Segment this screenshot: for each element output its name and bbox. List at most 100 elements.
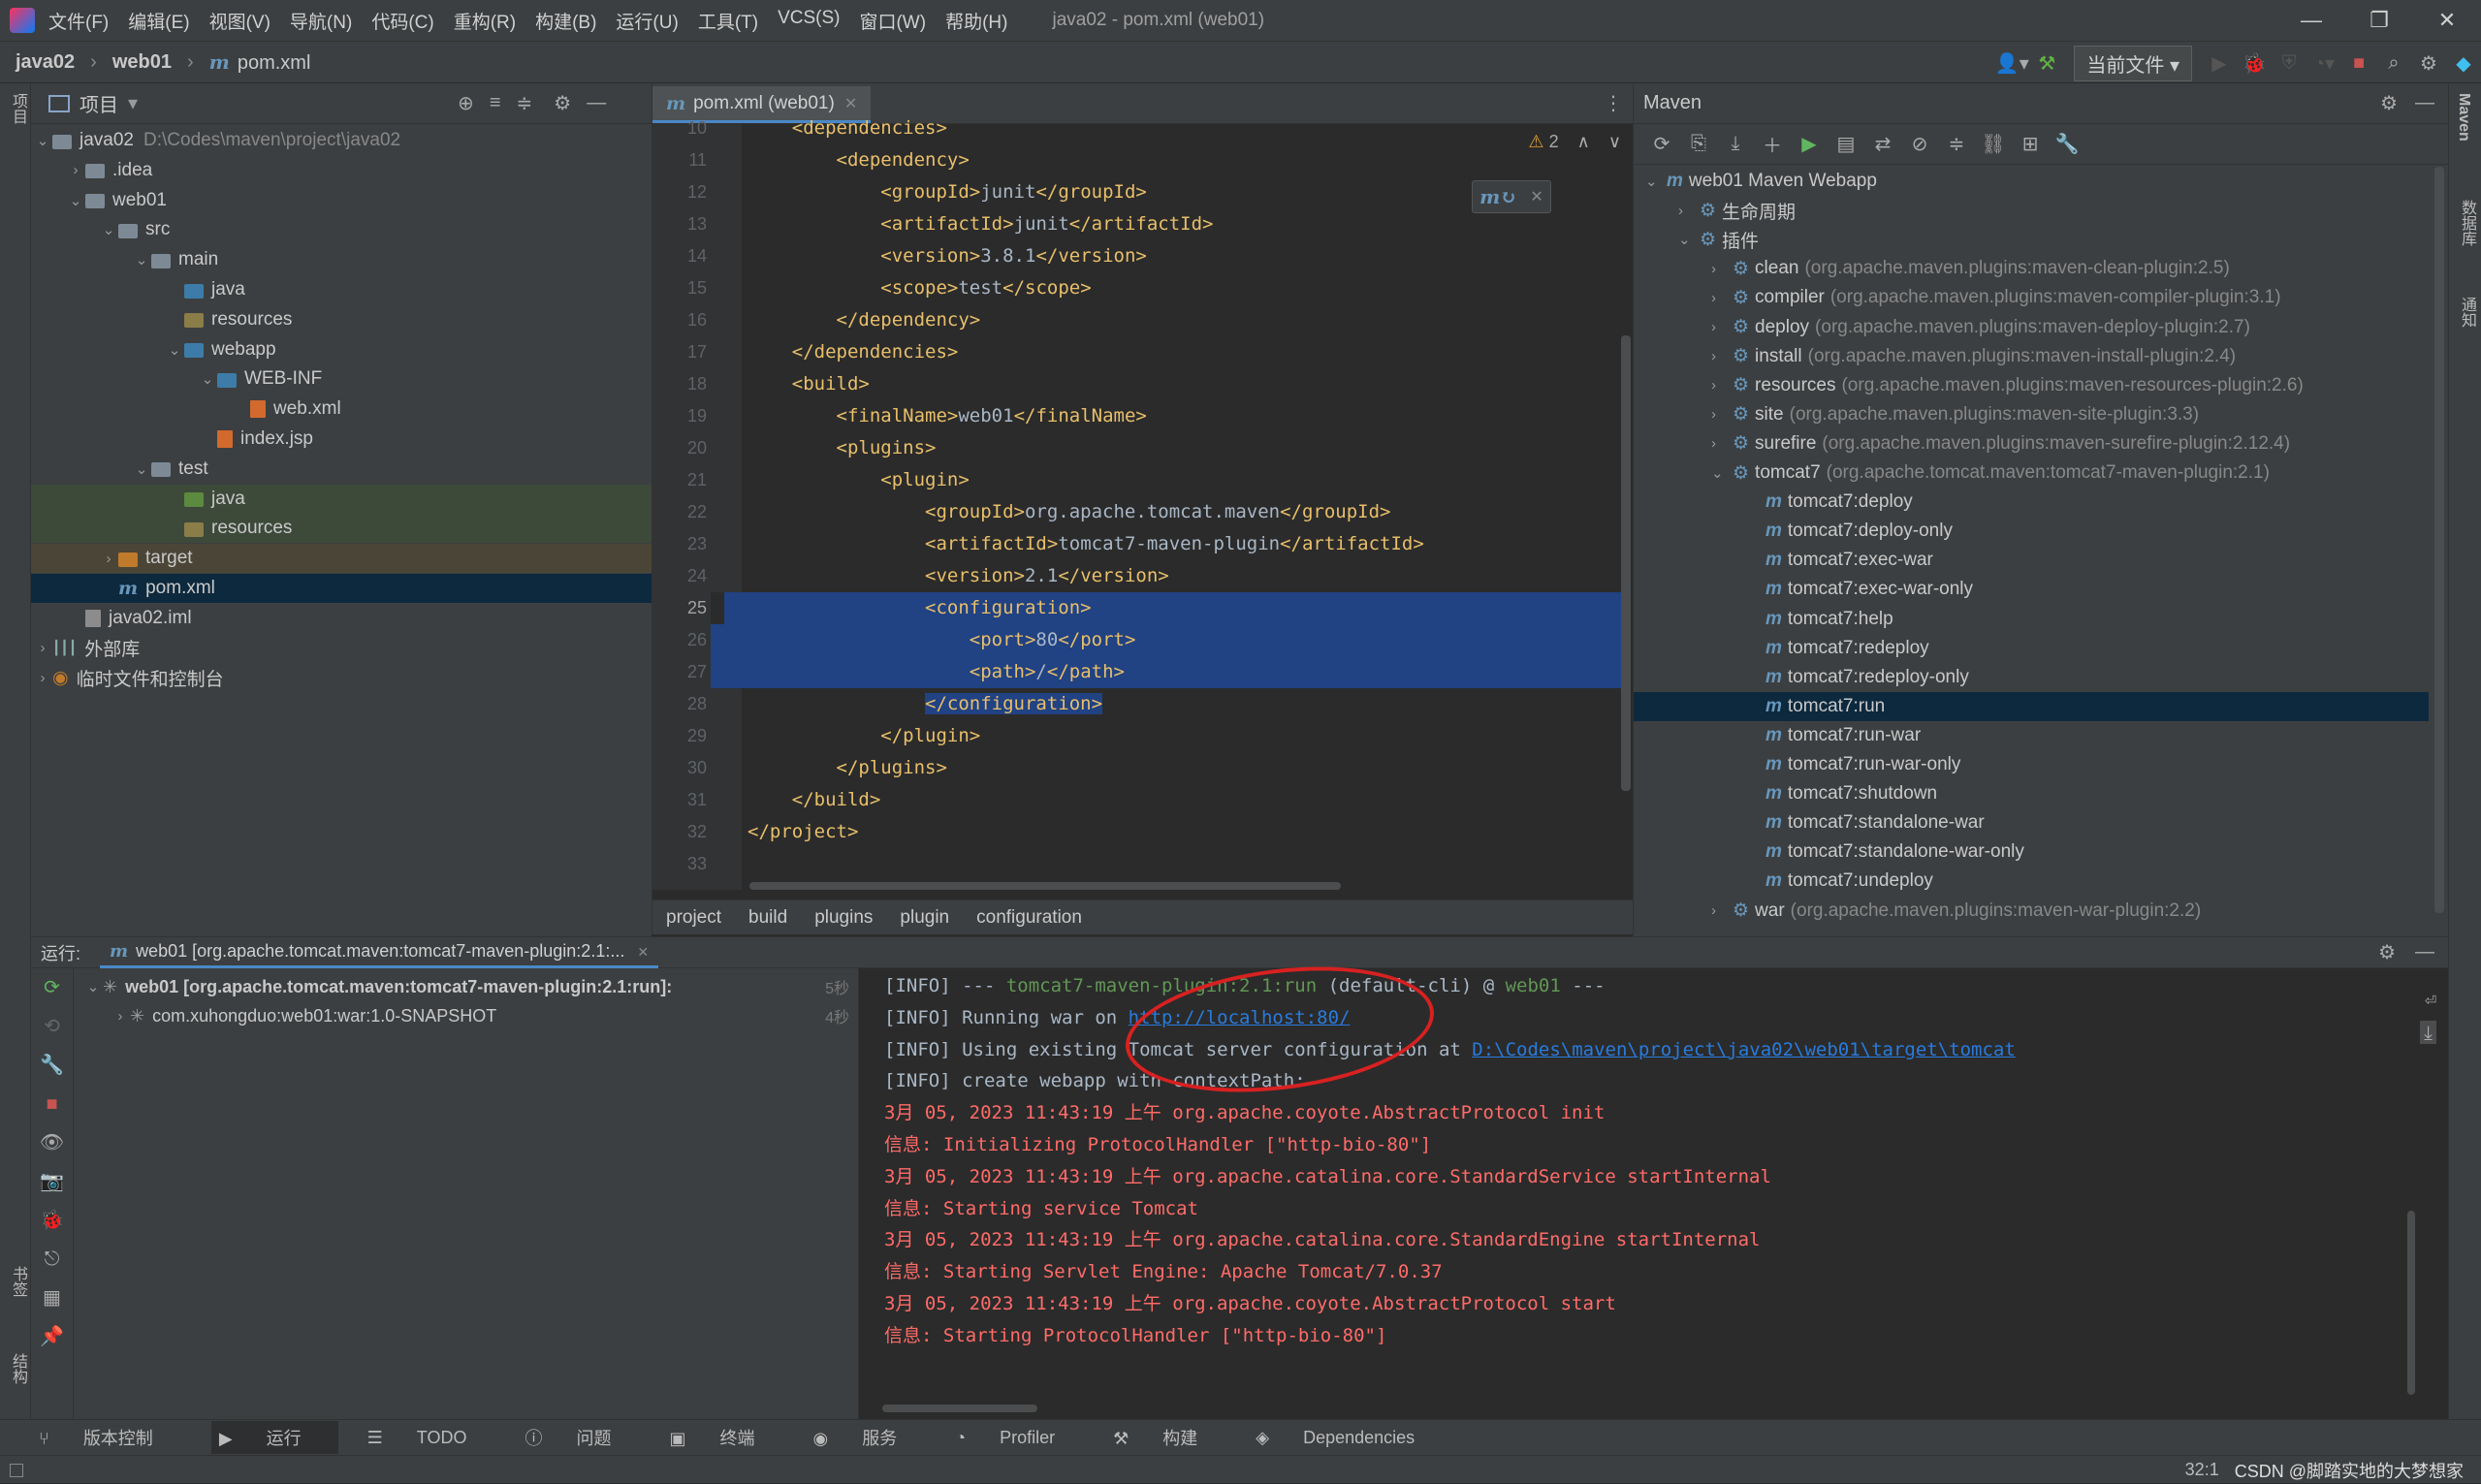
download-icon[interactable]: ⤓ [1717,133,1754,155]
maven-goal[interactable]: m tomcat7:redeploy [1634,634,2429,663]
locate-icon[interactable]: ⊕ [458,91,474,115]
close-tab-icon[interactable]: ✕ [637,944,649,960]
code-line[interactable]: </dependencies> [747,336,959,368]
bottom-tab-4[interactable]: ▣ 终端 [669,1425,783,1450]
chevron-down-icon[interactable]: ⌄ [83,978,103,995]
console-hscrollbar[interactable] [882,1405,1037,1412]
tree-item[interactable]: ⌄ src [99,215,171,244]
run-tree-item[interactable]: › ✳ com.xuhongduo:web01:war:1.0-SNAPSHOT 4秒 [111,1001,850,1030]
add-icon[interactable]: ＋ [1754,130,1791,158]
project-tool-tab[interactable]: 项目 [6,93,29,124]
code-line[interactable]: <dependency> [747,144,970,176]
maven-goal[interactable]: m tomcat7:run-war [1634,721,2429,750]
chevron-down-icon[interactable]: ⌄ [132,460,151,478]
tree-item[interactable]: ⌄ webapp [165,335,276,364]
layout-icon[interactable]: ▦ [31,1279,73,1317]
code-line[interactable]: </build> [747,784,881,816]
expand-all-icon[interactable]: ≡ [490,92,501,114]
console-vscrollbar[interactable] [2407,1211,2415,1395]
notifications-tool-tab[interactable]: 通知 [2455,297,2478,328]
console-output[interactable]: ⏎ ⤓ [INFO] --- tomcat7-maven-plugin:2.1:… [859,968,2448,1420]
horizontal-scrollbar[interactable] [749,882,1341,890]
bottom-tab-8[interactable]: ◈ Dependencies [1256,1428,1444,1448]
close-icon[interactable]: ✕ [2413,0,2481,41]
code-line[interactable]: <port>80</port> [711,624,1622,656]
wrench-icon[interactable]: 🔧 [2049,132,2085,156]
menu-item[interactable]: 构建(B) [535,8,596,34]
code-line[interactable]: </dependency> [747,304,981,336]
menu-item[interactable]: 代码(C) [371,8,433,34]
code-line[interactable]: <artifactId>tomcat7-maven-plugin</artifa… [747,528,1424,560]
tree-item[interactable]: ⌄ test [132,455,208,484]
code-line[interactable]: <configuration> [711,592,1622,624]
chevron-icon[interactable]: › [1711,377,1733,394]
settings-icon[interactable]: ⚙ [2411,51,2446,76]
collapse-icon[interactable]: ≑ [1938,132,1975,156]
run-tab[interactable]: m web01 [org.apache.tomcat.maven:tomcat7-… [100,937,659,968]
restore-icon[interactable]: ❐ [2345,0,2413,41]
tree-item[interactable]: web.xml [231,395,341,424]
hide-panel-icon[interactable]: — [587,92,606,114]
maven-plugin-site[interactable]: › ⚙ site (org.apache.maven.plugins:maven-si… [1634,400,2429,429]
code-line[interactable]: </plugins> [747,752,947,784]
maven-plugin-deploy[interactable]: › ⚙ deploy (org.apache.maven.plugins:maven-… [1634,313,2429,342]
maven-plugin-surefire[interactable]: › ⚙ surefire (org.apache.maven.plugins:mave… [1634,429,2429,458]
chevron-icon[interactable]: ⌄ [1711,464,1733,482]
bottom-tab-7[interactable]: ⚒ 构建 [1113,1425,1226,1450]
more-tabs-icon[interactable]: ⋮ [1604,91,1623,115]
maven-goal[interactable]: m tomcat7:exec-war-only [1634,575,2429,604]
bottom-tab-5[interactable]: ◉ 服务 [813,1425,927,1450]
dependencies-icon[interactable]: ⛓ [1975,132,2012,156]
code-line[interactable]: <scope>test</scope> [747,272,1091,304]
chevron-down-icon[interactable]: ⌄ [33,132,52,149]
toggle-offline-icon[interactable]: ⇄ [1864,132,1901,156]
tree-item[interactable]: ⌄ WEB-INF [198,364,323,394]
maven-plugin-tomcat7[interactable]: ⌄ ⚙ tomcat7 (org.apache.tomcat.maven:tomcat… [1634,458,2429,488]
search-icon[interactable]: ⌕ [2376,52,2411,75]
run-config-select[interactable]: 当前文件 ▾ [2074,45,2192,81]
tree-item[interactable]: ⌄ web01 [66,186,167,215]
code-line[interactable]: <artifactId>junit</artifactId> [747,208,1213,240]
collapse-all-icon[interactable]: ≑ [516,91,532,115]
code-line[interactable]: <version>3.8.1</version> [747,240,1147,272]
tree-item[interactable]: ⌄ main [132,245,218,274]
chevron-down-icon[interactable]: ⌄ [132,251,151,268]
bottom-tab-0[interactable]: ⑂ 版本控制 [39,1425,182,1450]
chevron-down-icon[interactable]: ⌄ [66,192,85,209]
tree-item[interactable]: › ┃┃┃ 外部库 [33,634,141,663]
soft-wrap-icon[interactable]: ⏎ [2425,988,2436,1011]
maven-plugin-clean[interactable]: › ⚙ clean (org.apache.maven.plugins:maven-c… [1634,254,2429,283]
close-icon[interactable]: ✕ [1530,187,1543,206]
debug-icon[interactable]: 🐞 [2237,51,2272,76]
bottom-tab-1[interactable]: ▶ 运行 [210,1421,338,1454]
camera-icon[interactable]: 📷 [31,1162,73,1201]
rerun-icon[interactable]: ⟳ [31,968,73,1007]
chevron-icon[interactable]: › [1678,203,1700,219]
maven-scrollbar[interactable] [2434,167,2444,913]
tree-item[interactable]: › ◉ 临时文件和控制台 [33,663,224,692]
run-icon[interactable]: ▶ [1791,132,1828,156]
chevron-icon[interactable]: ⌄ [1678,231,1700,248]
build-hammer-icon[interactable]: ⚒ [2029,51,2064,76]
chevron-icon[interactable]: › [1711,406,1733,423]
user-icon[interactable]: 👤▾ [1994,51,2029,76]
layout-toggle-icon[interactable] [10,1463,23,1477]
bookmarks-tool-tab[interactable]: 书签 [6,1266,29,1297]
stop-icon[interactable]: ■ [2341,52,2376,75]
chevron-right-icon[interactable]: › [66,162,85,178]
chevron-icon[interactable]: › [1711,261,1733,277]
code-line[interactable]: <dependencies> [747,112,947,144]
next-highlight-icon[interactable]: ∨ [1608,132,1621,151]
show-diagram-icon[interactable]: ⊞ [2012,132,2049,156]
editor-crumb[interactable]: plugin [900,907,949,929]
code-line[interactable]: </configuration> [747,688,1103,720]
coverage-icon[interactable]: ⛨ [2272,52,2306,75]
pin-icon[interactable]: 📌 [31,1317,73,1356]
chevron-icon[interactable]: › [1711,435,1733,452]
menu-item[interactable]: 视图(V) [209,8,270,34]
chevron-right-icon[interactable]: › [33,670,52,686]
maven-goal[interactable]: m tomcat7:deploy [1634,488,2429,517]
tree-item[interactable]: m pom.xml [31,574,652,603]
project-panel-title[interactable]: 项目 [80,89,118,117]
menu-item[interactable]: 导航(N) [290,8,352,34]
